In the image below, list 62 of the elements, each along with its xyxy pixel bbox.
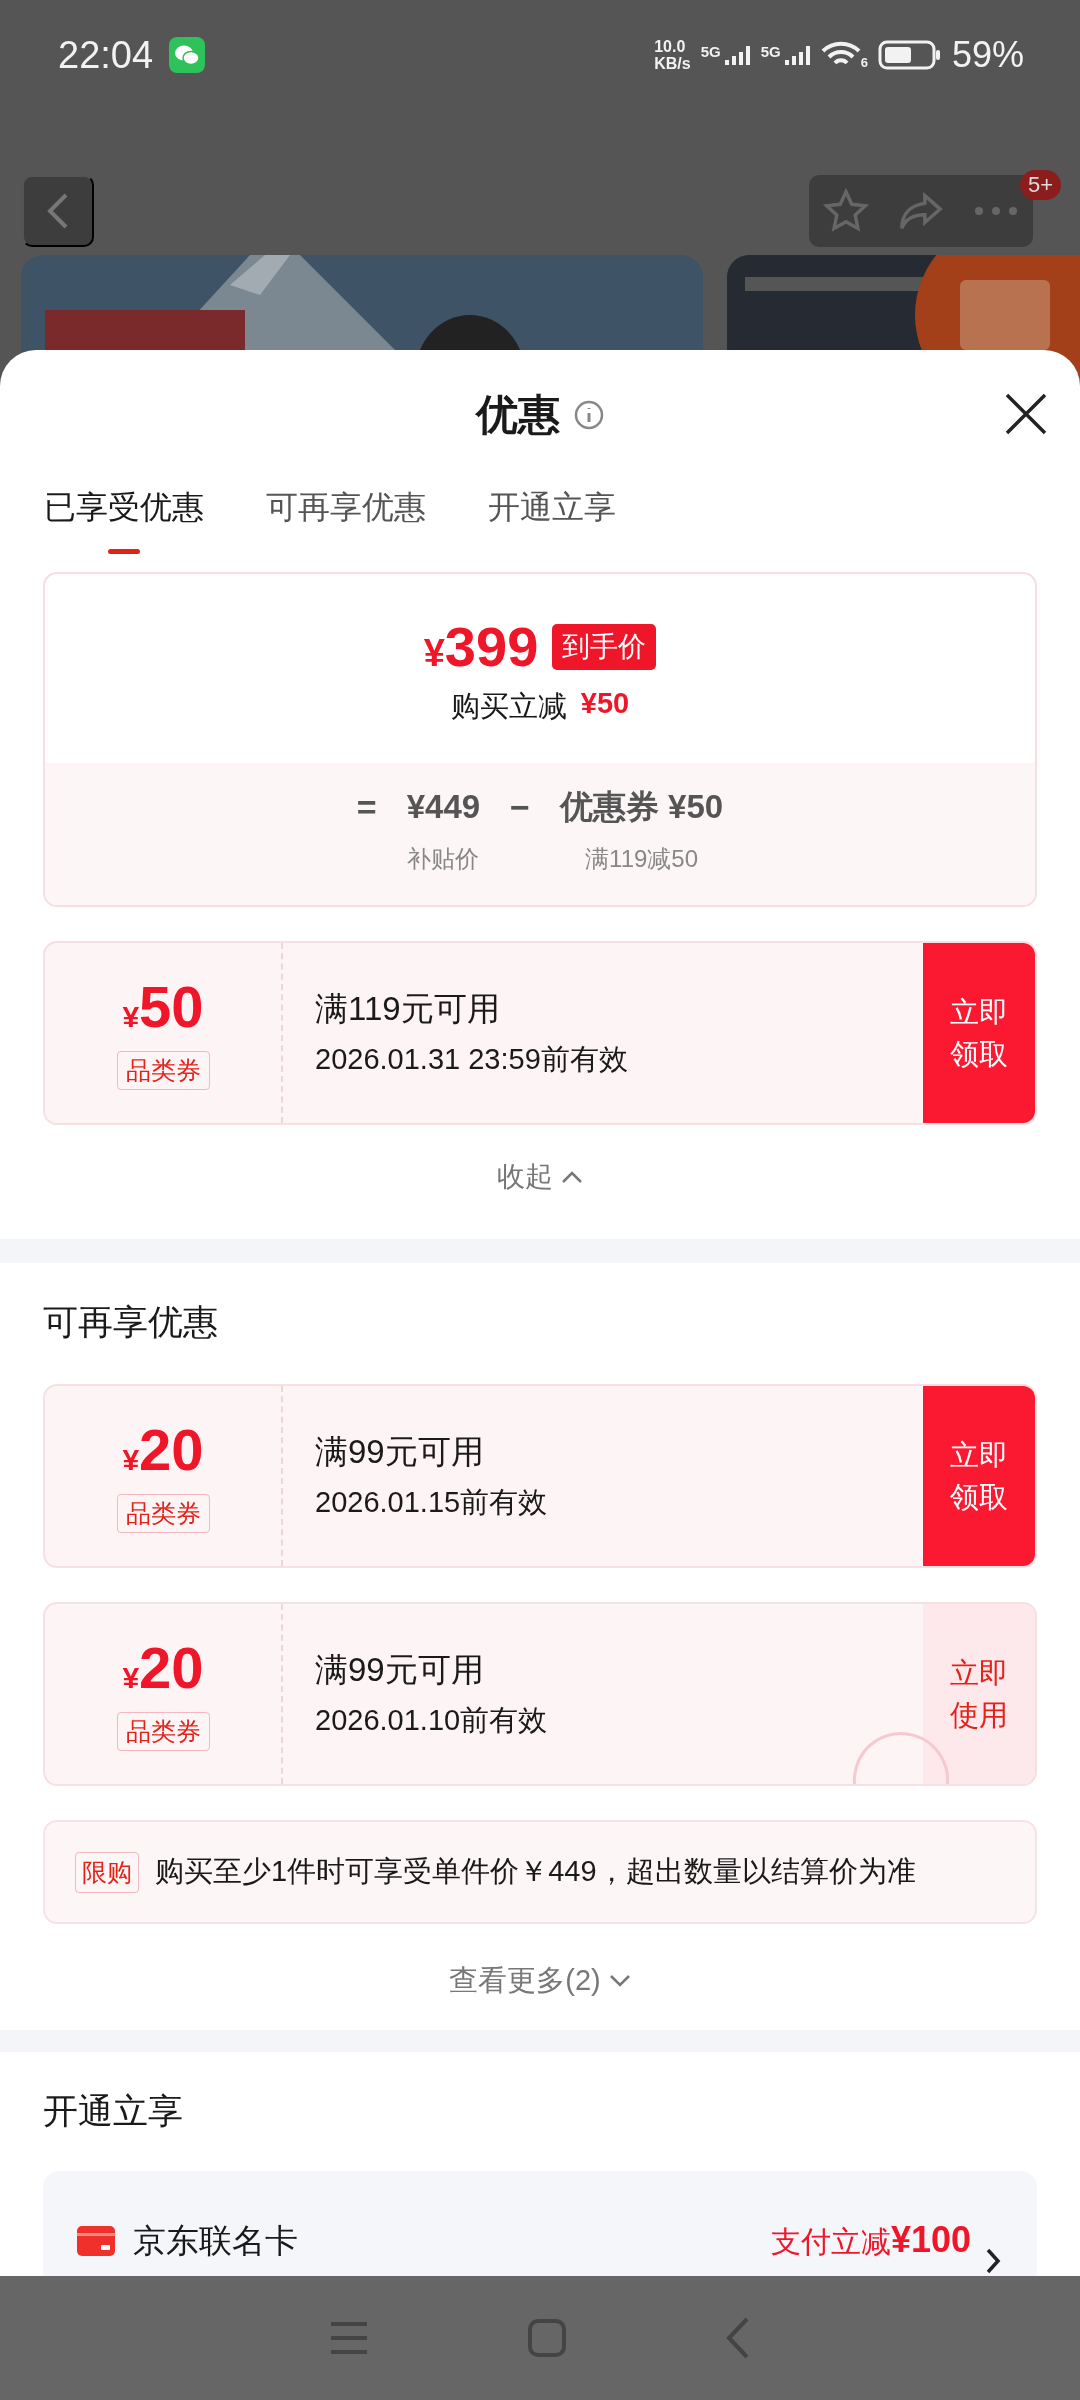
more-icon[interactable] — [972, 205, 1019, 217]
network-type: 5G — [760, 43, 781, 60]
chevron-icon — [985, 2247, 1001, 2275]
view-more-button[interactable]: 查看更多(2) — [0, 1956, 1080, 2006]
star-icon[interactable] — [823, 188, 870, 234]
battery-level: 59% — [951, 34, 1024, 76]
signal-icon — [722, 43, 751, 67]
home-icon[interactable] — [527, 2318, 567, 2358]
chat-app-icon — [169, 37, 206, 73]
tab[interactable]: 可再享优惠 — [266, 480, 426, 558]
back-button[interactable] — [22, 175, 94, 247]
tab[interactable]: 开通立享 — [488, 480, 616, 558]
term-caption: 满119减50 — [585, 844, 699, 874]
info-icon[interactable] — [574, 400, 604, 430]
back-icon[interactable] — [46, 191, 70, 231]
caret-icon — [561, 1170, 583, 1184]
coupon-amount: ¥20 — [122, 1419, 204, 1484]
term-caption: 补贴价 — [407, 844, 480, 874]
caret-icon — [608, 1974, 631, 1988]
back-icon[interactable] — [725, 2316, 751, 2360]
signal-icon — [782, 43, 811, 67]
coupon-type-tag: 品类券 — [116, 1050, 210, 1090]
coupon-validity: 2026.01.15前有效 — [315, 1484, 549, 1520]
coupon-condition: 满99元可用 — [315, 1431, 485, 1472]
battery-icon — [877, 40, 942, 70]
limit-text: 购买至少1件时可享受单件价￥449，超出数量以结算价为准 — [155, 1854, 916, 1889]
tab[interactable]: 已享受优惠 — [44, 480, 204, 558]
card-icon — [77, 2226, 115, 2256]
coupon-condition: 满99元可用 — [315, 1649, 485, 1690]
coupon-validity: 2026.01.31 23:59前有效 — [315, 1041, 629, 1077]
card-name: 京东联名卡 — [133, 2220, 298, 2261]
section-title: 开通立享 — [42, 2090, 184, 2132]
price-tag: 到手价 — [552, 623, 657, 670]
reduction-label: 购买立减 — [450, 689, 567, 724]
share-icon[interactable] — [898, 191, 944, 231]
reduction-amount: ¥50 — [580, 687, 630, 721]
sheet-title: 优惠 — [476, 390, 560, 440]
close-icon[interactable] — [1004, 392, 1048, 436]
claim-button[interactable]: 立即领取 — [923, 943, 1035, 1123]
price-term: ¥449 — [406, 787, 481, 827]
clock: 22:04 — [58, 33, 154, 77]
menu-icon[interactable] — [329, 2320, 369, 2356]
notification-badge: 5+ — [1019, 170, 1061, 200]
use-button[interactable]: 立即使用 — [923, 1604, 1035, 1784]
limit-tag: 限购 — [75, 1851, 139, 1893]
offer-text: 支付立减¥100 — [770, 2219, 971, 2262]
network-type: 5G — [700, 43, 721, 60]
coupon-type-tag: 品类券 — [116, 1493, 210, 1533]
coupon-validity: 2026.01.10前有效 — [315, 1702, 549, 1738]
network-speed: 10.0 KB/s — [654, 38, 691, 72]
coupon-amount: ¥20 — [122, 1637, 204, 1702]
price-term: 优惠券 ¥50 — [559, 787, 724, 827]
claim-button[interactable]: 立即领取 — [923, 1386, 1035, 1566]
final-price: ¥399 — [423, 614, 539, 679]
operator: − — [510, 787, 530, 828]
coupon-condition: 满119元可用 — [315, 988, 501, 1029]
coupon-type-tag: 品类券 — [116, 1711, 210, 1751]
operator: = — [356, 787, 377, 828]
coupon-amount: ¥50 — [122, 976, 204, 1041]
section-title: 可再享优惠 — [42, 1301, 219, 1343]
wifi-label: 6 — [860, 55, 868, 70]
collapse-button[interactable]: 收起 — [0, 1155, 1080, 1199]
